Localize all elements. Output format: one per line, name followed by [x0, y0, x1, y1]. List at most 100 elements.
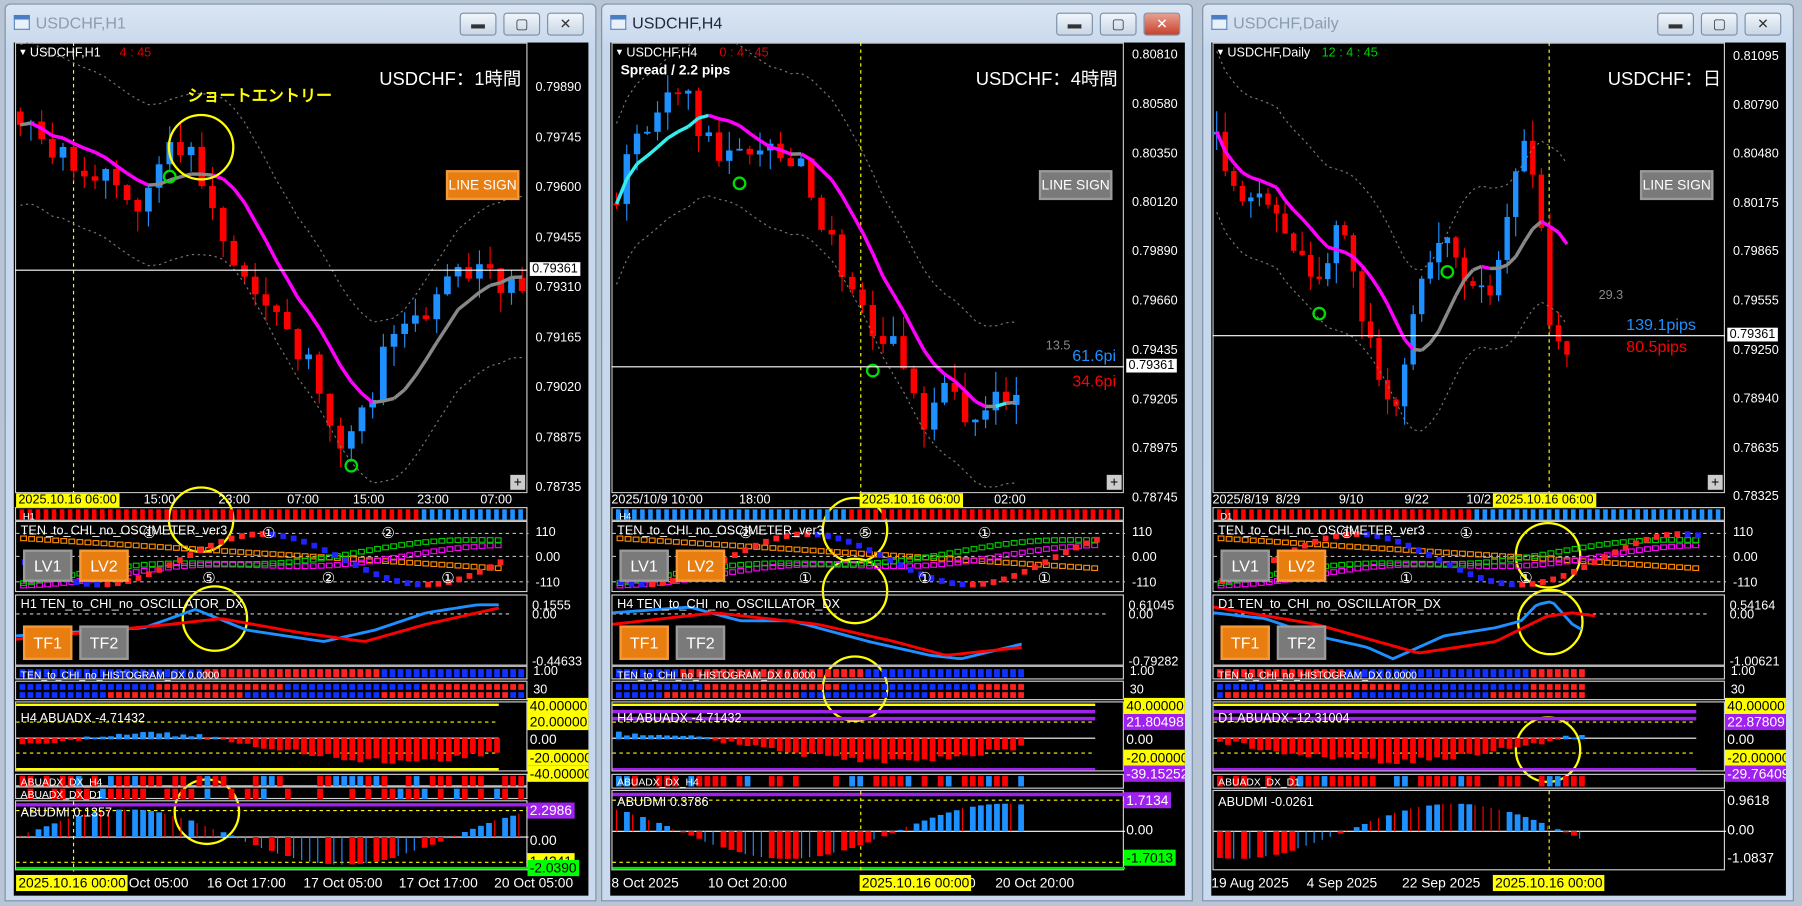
maximize-button[interactable]: ▢: [503, 12, 541, 36]
adx-bar: [1305, 738, 1312, 758]
close-button[interactable]: ✕: [547, 12, 584, 36]
chart-window-usdchf-h4[interactable]: USDCHF,H4 ▬ ▢ ✕ 0.80810 0.80580 0.80350 0.80120…: [601, 3, 1193, 902]
lv2-button[interactable]: LV2: [675, 549, 726, 582]
price-chart[interactable]: 0.79890 0.79745 0.79600 0.79455 0.79310 0.791…: [13, 42, 589, 896]
strip-bar: [252, 776, 259, 787]
abuadx-panel[interactable]: H4 ABUADX -4.71432: [14, 701, 528, 772]
oscimeter-line-mark: [729, 542, 737, 549]
time-axis-label: 2025/8/19: [1212, 493, 1269, 508]
oscimeter-line-mark: [1692, 542, 1700, 549]
oscimeter-line-mark: [664, 538, 672, 545]
abudmi-panel[interactable]: ABUDMI 0.3786: [611, 789, 1126, 872]
dual-histogram-panel[interactable]: [1212, 680, 1725, 701]
price-chart[interactable]: 0.81095 0.80790 0.80480 0.80175 0.79865 0.795…: [1211, 42, 1786, 896]
collapse-triangle-icon[interactable]: ▼: [615, 47, 624, 57]
collapse-triangle-icon[interactable]: ▼: [1216, 47, 1225, 57]
line-sign-button[interactable]: LINE SIGN: [1639, 170, 1714, 201]
abuadx-dx-strip[interactable]: ABUADX_DX_H4: [14, 773, 528, 788]
candle-body: [241, 265, 248, 277]
minimize-button[interactable]: ▬: [459, 12, 497, 36]
adx-bar: [1257, 738, 1264, 751]
minimize-button[interactable]: ▬: [1657, 12, 1694, 36]
oscimeter-line-mark: [1579, 544, 1587, 551]
zoom-plus-icon[interactable]: +: [1106, 474, 1122, 490]
adx-bar: [1506, 738, 1513, 749]
strip-bar: [961, 776, 968, 787]
oscillator-dx-panel[interactable]: D1 TEN_to_CHI_no_OSCILLATOR_DX TF1 TF2: [1212, 594, 1725, 666]
oscillator-dx-panel[interactable]: H1 TEN_to_CHI_no_OSCILLATOR_DX TF1 TF2: [14, 594, 528, 666]
tf1-button[interactable]: TF1: [22, 625, 73, 660]
candle-body: [818, 197, 825, 230]
adx-bar: [124, 734, 130, 740]
oscimeter-panel[interactable]: TEN_to_CHI_no_OSCIMETER_ver3 LV1 LV2 ① ⑤ ① ② ② ①: [14, 520, 529, 593]
moving-average-line: [243, 201, 257, 223]
buy-signal-icon: [1440, 264, 1455, 279]
lv2-button[interactable]: LV2: [1276, 549, 1327, 582]
line-sign-button[interactable]: LINE SIGN: [445, 170, 520, 201]
moving-average-line: [1557, 231, 1569, 246]
histogram-dx-panel[interactable]: TEN_to_CHI_no_HISTOGRAM_DX 0.0000: [14, 665, 528, 681]
oscimeter-line-mark: [438, 547, 446, 553]
tf2-button[interactable]: TF2: [675, 625, 726, 660]
lv1-button[interactable]: LV1: [619, 549, 669, 582]
dual-histogram-panel[interactable]: [14, 680, 528, 701]
oscimeter-line-mark: [1499, 563, 1507, 570]
candle-body: [91, 176, 99, 181]
dual-histogram-panel[interactable]: [611, 680, 1124, 701]
lv1-button[interactable]: LV1: [1220, 549, 1270, 582]
oscimeter-line-mark: [1346, 543, 1354, 550]
oscimeter-line-mark: [277, 563, 285, 569]
tf2-button[interactable]: TF2: [79, 625, 129, 660]
close-button[interactable]: ✕: [1143, 12, 1181, 36]
oscimeter-panel[interactable]: TEN_to_CHI_no_OSCIMETER_ver3 LV1 LV2 ① ① ① ①: [1212, 520, 1727, 593]
abuadx-dx-strip[interactable]: ABUADX_DX_D1: [1212, 773, 1725, 789]
time-axis-label: 9/10: [1338, 493, 1364, 508]
oscimeter-line-mark: [470, 563, 478, 570]
oscillator-dx-panel[interactable]: H4 TEN_to_CHI_no_OSCILLATOR_DX TF1 TF2: [611, 594, 1124, 666]
price-chart[interactable]: 0.80810 0.80580 0.80350 0.80120 0.79890 0.796…: [610, 42, 1185, 896]
trend-bar-strip[interactable]: D1: [1212, 507, 1725, 522]
oscimeter-line-mark: [1281, 539, 1289, 546]
histogram-dx-panel[interactable]: TEN_to_CHI_no_HISTOGRAM_DX 0.0000: [611, 665, 1124, 681]
window-title: USDCHF,H4: [632, 13, 723, 33]
maximize-button[interactable]: ▢: [1099, 12, 1137, 36]
tf1-button[interactable]: TF1: [1220, 625, 1270, 660]
abuadx-panel[interactable]: D1 ABUADX -12.31004: [1212, 701, 1725, 772]
chart-window-usdchf-h1[interactable]: USDCHF,H1 ▬ ▢ ✕ 0.79890 0.79745 0.79600 0.79455…: [4, 3, 597, 902]
zoom-plus-icon[interactable]: +: [1707, 474, 1723, 490]
close-button[interactable]: ✕: [1744, 12, 1782, 36]
trend-bar: [1410, 509, 1415, 520]
adx-bar: [905, 738, 912, 761]
candle-body: [422, 315, 430, 320]
line-sign-button[interactable]: LINE SIGN: [1038, 170, 1113, 201]
abudmi-panel[interactable]: ABUDMI 0.1357: [14, 800, 529, 872]
lv1-button[interactable]: LV1: [22, 549, 73, 582]
abuadx-dx-strip[interactable]: ABUADX_DX_D1: [14, 786, 528, 800]
histogram-cell: [913, 692, 920, 698]
oscimeter-line-mark: [1330, 562, 1338, 569]
tf1-button[interactable]: TF1: [619, 625, 669, 660]
abudmi-panel[interactable]: ABUDMI -0.0261: [1212, 789, 1727, 872]
candle-body: [1427, 262, 1433, 279]
adx-bar: [27, 738, 34, 744]
trend-bar-strip[interactable]: H4: [611, 507, 1124, 522]
zoom-plus-icon[interactable]: +: [510, 474, 526, 490]
lv2-button[interactable]: LV2: [79, 549, 129, 582]
moving-average-line: [1472, 264, 1483, 272]
adx-bar: [825, 738, 831, 756]
histogram-cell: [470, 669, 476, 678]
collapse-triangle-icon[interactable]: ▼: [18, 47, 27, 57]
oscimeter-line-mark: [68, 538, 76, 545]
abuadx-dx-strip[interactable]: ABUADX_DX_H4: [611, 773, 1124, 789]
price-axis-tick: 0.79555: [1733, 294, 1779, 309]
chart-window-usdchf-daily[interactable]: USDCHF,Daily ▬ ▢ ✕ 0.81095 0.80790 0.80480 0.80…: [1202, 3, 1794, 902]
maximize-button[interactable]: ▢: [1700, 12, 1738, 36]
abuadx-panel[interactable]: H4 ABUADX -4.71432: [611, 701, 1124, 772]
histogram-cell: [897, 692, 904, 698]
tf2-button[interactable]: TF2: [1276, 625, 1327, 660]
minimize-button[interactable]: ▬: [1056, 12, 1093, 36]
trend-bar-strip[interactable]: H1: [14, 507, 528, 522]
histogram-dx-panel[interactable]: TEN_to_CHI_no_HISTOGRAM_DX 0.0000: [1212, 665, 1725, 681]
oscimeter-panel[interactable]: TEN_to_CHI_no_OSCIMETER_ver3 LV1 LV2 ② ① ⑤ ① ① ①: [611, 520, 1126, 593]
strip-bar: [124, 776, 130, 787]
